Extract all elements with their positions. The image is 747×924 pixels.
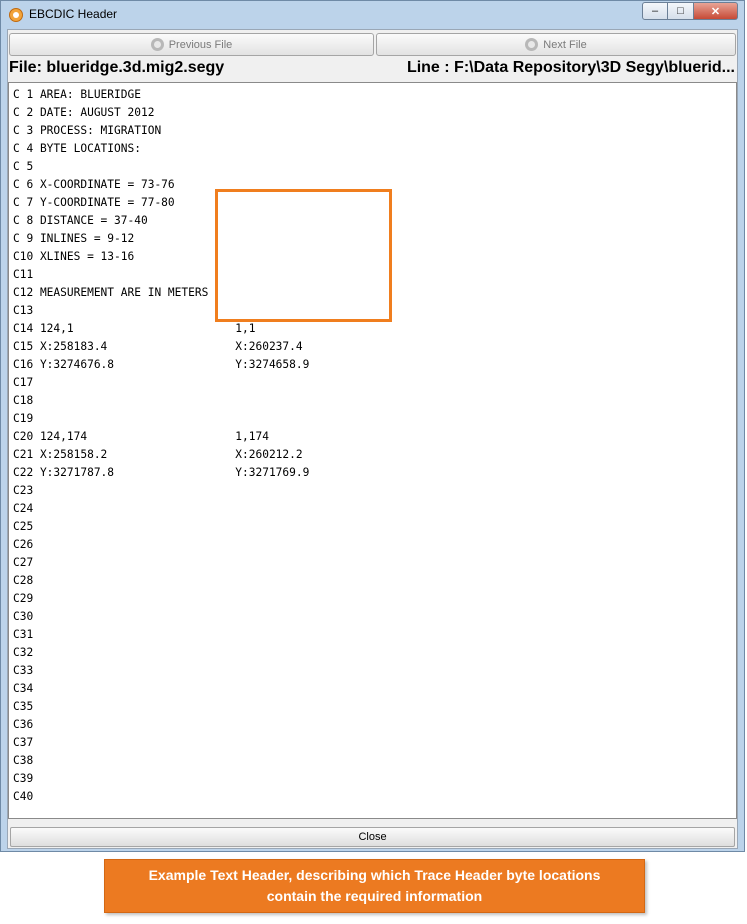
- header-line: C17: [13, 376, 34, 389]
- header-line: C38: [13, 754, 34, 767]
- next-file-button[interactable]: Next File: [376, 33, 736, 56]
- header-line: C18: [13, 394, 34, 407]
- close-button-label: Close: [358, 831, 387, 843]
- header-line: C 6 X-COORDINATE = 73-76: [13, 178, 175, 191]
- header-line: C35: [13, 700, 34, 713]
- header-line: C37: [13, 736, 34, 749]
- header-line: C 4 BYTE LOCATIONS:: [13, 142, 141, 155]
- previous-file-button[interactable]: Previous File: [9, 33, 374, 56]
- app-icon: [9, 8, 23, 22]
- header-line: C16 Y:3274676.8 Y:3274658.9: [13, 358, 310, 371]
- previous-file-icon: [150, 38, 164, 51]
- window-title: EBCDIC Header: [29, 7, 118, 21]
- header-line: C 1 AREA: BLUERIDGE: [13, 88, 141, 101]
- header-line: C32: [13, 646, 34, 659]
- header-line: C30: [13, 610, 34, 623]
- header-line: C 9 INLINES = 9-12: [13, 232, 135, 245]
- header-line: C36: [13, 718, 34, 731]
- header-line: C24: [13, 502, 34, 515]
- next-file-label: Next File: [543, 38, 587, 51]
- header-line: C23: [13, 484, 34, 497]
- header-line: C22 Y:3271787.8 Y:3271769.9: [13, 466, 310, 479]
- caption-line-2: contain the required information: [266, 888, 483, 904]
- header-line: C39: [13, 772, 34, 785]
- line-path-label: Line : F:\Data Repository\3D Segy\blueri…: [406, 59, 735, 76]
- header-line: C34: [13, 682, 34, 695]
- minimize-icon: ‒: [651, 5, 659, 17]
- header-line: C29: [13, 592, 34, 605]
- header-line: C14 124,1 1,1: [13, 322, 256, 335]
- header-line: C40: [13, 790, 34, 803]
- header-line: C 3 PROCESS: MIGRATION: [13, 124, 162, 137]
- file-name-label: File: blueridge.3d.mig2.segy: [9, 59, 225, 76]
- header-line: C33: [13, 664, 34, 677]
- header-line: C11: [13, 268, 34, 281]
- header-line: C31: [13, 628, 34, 641]
- next-file-icon: [525, 38, 539, 51]
- annotation-caption: Example Text Header, describing which Tr…: [104, 859, 645, 913]
- header-lines-list: C 1 AREA: BLUERIDGE C 2 DATE: AUGUST 2012…: [13, 86, 309, 806]
- minimize-button[interactable]: ‒: [642, 2, 668, 20]
- header-line: C 7 Y-COORDINATE = 77-80: [13, 196, 175, 209]
- header-line: C 5: [13, 160, 34, 173]
- previous-file-label: Previous File: [168, 38, 233, 51]
- caption-line-1: Example Text Header, describing which Tr…: [148, 867, 601, 883]
- header-line: C 8 DISTANCE = 37-40: [13, 214, 148, 227]
- header-line: C19: [13, 412, 34, 425]
- header-line: C25: [13, 520, 34, 533]
- header-line: C 2 DATE: AUGUST 2012: [13, 106, 155, 119]
- header-line: C20 124,174 1,174: [13, 430, 269, 443]
- maximize-button[interactable]: □: [668, 2, 694, 20]
- ebcdic-header-window: EBCDIC Header ‒ □ ✕ Previous File Next F…: [0, 0, 745, 852]
- header-line: C13: [13, 304, 34, 317]
- header-line: C26: [13, 538, 34, 551]
- close-icon: ✕: [710, 5, 721, 18]
- close-window-button[interactable]: ✕: [694, 2, 738, 20]
- header-line: C12 MEASUREMENT ARE IN METERS: [13, 286, 209, 299]
- dialog-body: Previous File Next File File: blueridge.…: [7, 29, 738, 849]
- close-button[interactable]: Close: [10, 827, 735, 847]
- maximize-icon: □: [677, 5, 684, 17]
- ebcdic-text-area[interactable]: C 1 AREA: BLUERIDGE C 2 DATE: AUGUST 2012…: [8, 82, 737, 819]
- header-line: C10 XLINES = 13-16: [13, 250, 135, 263]
- window-controls: ‒ □ ✕: [642, 2, 738, 20]
- header-line: C21 X:258158.2 X:260212.2: [13, 448, 303, 461]
- header-line: C27: [13, 556, 34, 569]
- header-line: C15 X:258183.4 X:260237.4: [13, 340, 303, 353]
- header-line: C28: [13, 574, 34, 587]
- title-bar[interactable]: EBCDIC Header ‒ □ ✕: [1, 1, 744, 29]
